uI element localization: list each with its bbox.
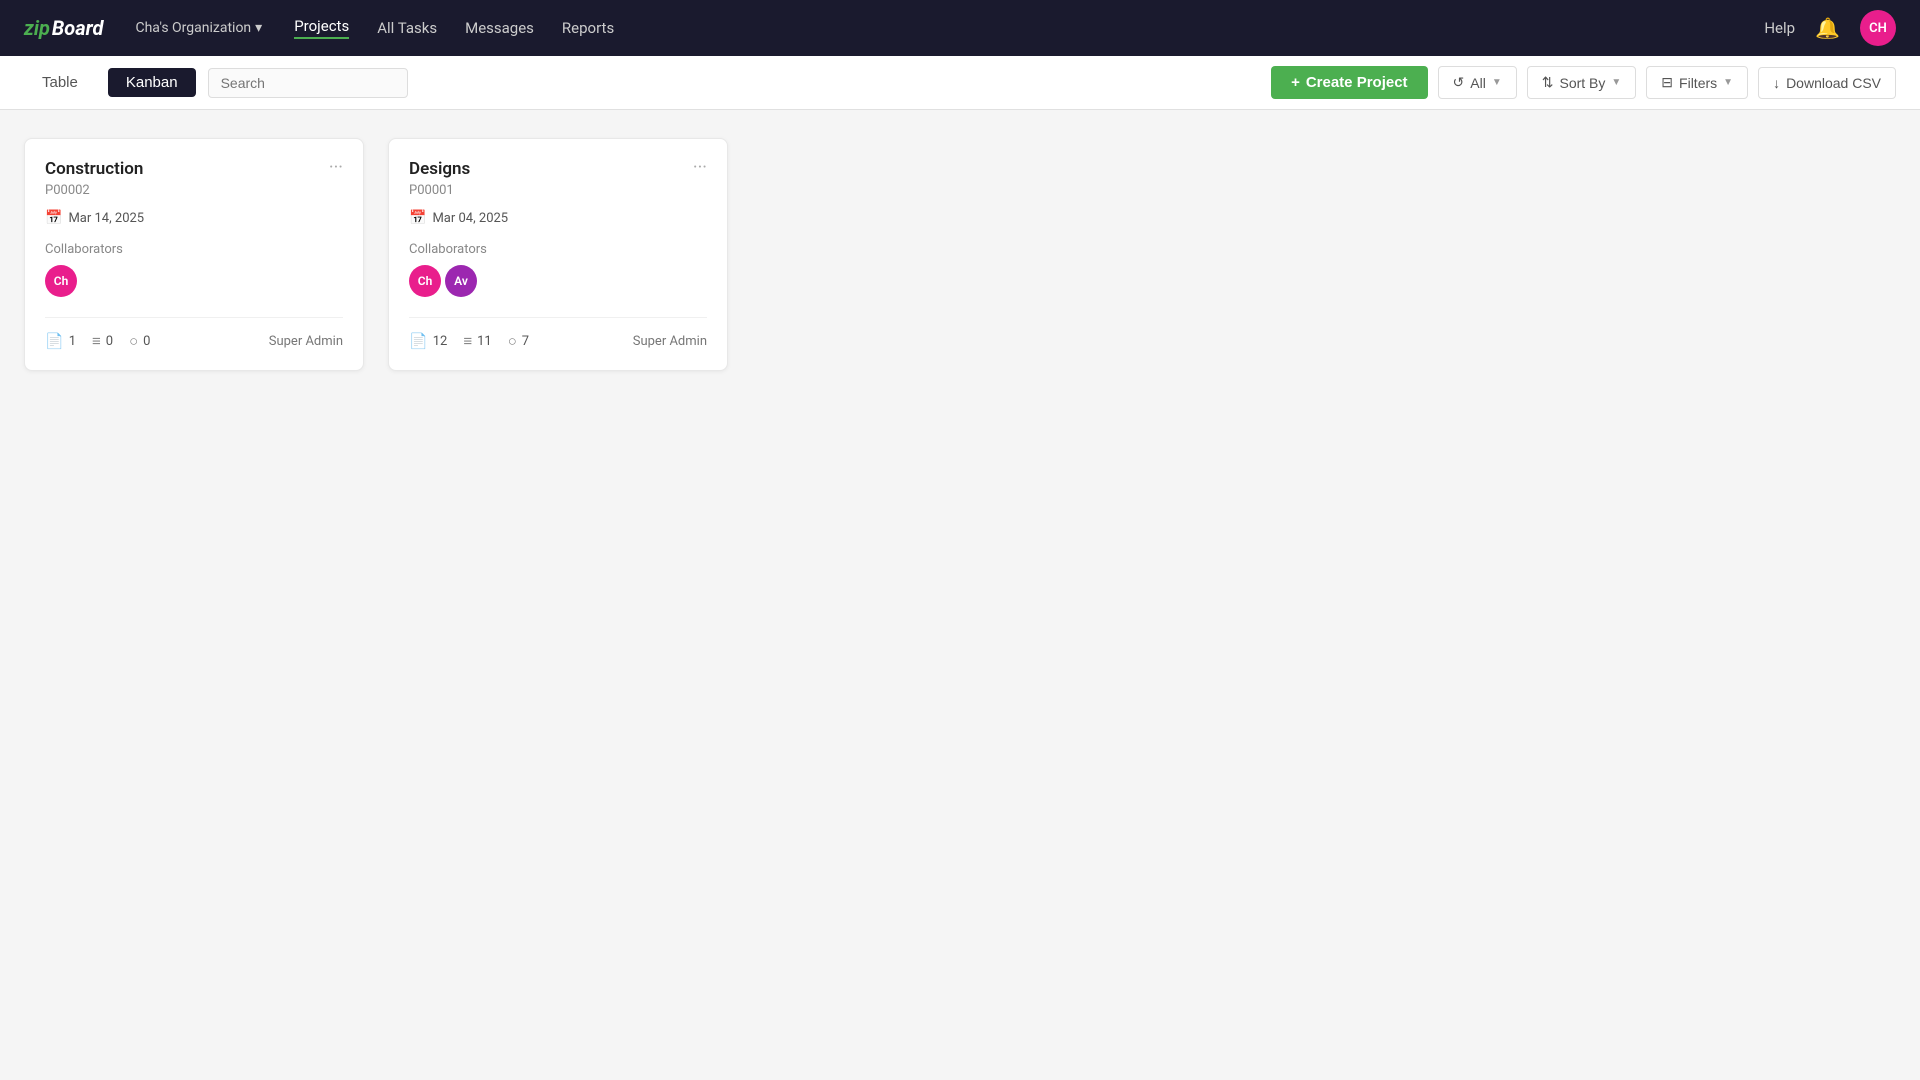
card-date-value: Mar 14, 2025 <box>68 211 144 226</box>
collaborator-avatar: Ch <box>45 265 77 297</box>
all-label: All <box>1470 75 1486 91</box>
calendar-icon: 📅 <box>45 210 62 226</box>
stat-value: 7 <box>522 334 529 349</box>
create-project-label: Create Project <box>1306 74 1408 91</box>
project-card: Designs ··· P00001 📅 Mar 04, 2025 Collab… <box>388 138 728 371</box>
nav-projects[interactable]: Projects <box>294 17 349 39</box>
collaborator-avatar: Ch <box>409 265 441 297</box>
stat-item: ○ 7 <box>508 332 529 350</box>
stat-item: ≡ 0 <box>92 332 113 350</box>
avatar-group: Ch <box>45 265 343 297</box>
avatar-group: ChAv <box>409 265 707 297</box>
stat-value: 11 <box>477 334 492 349</box>
card-date: 📅 Mar 04, 2025 <box>409 210 707 226</box>
plus-icon: + <box>1291 74 1300 91</box>
sort-icon: ⇅ <box>1542 74 1554 91</box>
help-link[interactable]: Help <box>1764 19 1795 37</box>
user-avatar[interactable]: CH <box>1860 10 1896 46</box>
logo-zip: zip <box>24 16 50 40</box>
card-more-button[interactable]: ··· <box>329 159 343 177</box>
download-icon: ↓ <box>1773 75 1780 91</box>
card-id: P00002 <box>45 183 343 198</box>
org-selector[interactable]: Cha's Organization ▾ <box>135 20 262 36</box>
stat-value: 1 <box>69 334 76 349</box>
all-filter-button[interactable]: ↺ All ▼ <box>1438 66 1517 99</box>
card-role: Super Admin <box>269 334 343 349</box>
main-content: Construction ··· P00002 📅 Mar 14, 2025 C… <box>0 110 1920 399</box>
collaborators-label: Collaborators <box>409 242 707 257</box>
collaborators-label: Collaborators <box>45 242 343 257</box>
filters-label: Filters <box>1679 75 1717 91</box>
card-id: P00001 <box>409 183 707 198</box>
search-input[interactable] <box>208 68 408 98</box>
sort-by-label: Sort By <box>1559 75 1605 91</box>
stat-item: 📄 12 <box>409 332 447 350</box>
stat-icon: ≡ <box>463 332 472 350</box>
nav-messages[interactable]: Messages <box>465 19 534 37</box>
sort-chevron-icon: ▼ <box>1611 77 1621 88</box>
card-header: Designs ··· <box>409 159 707 179</box>
stat-icon: 📄 <box>45 332 64 350</box>
project-card: Construction ··· P00002 📅 Mar 14, 2025 C… <box>24 138 364 371</box>
logo-board: Board <box>52 16 104 40</box>
stat-value: 12 <box>433 334 448 349</box>
stat-icon: ≡ <box>92 332 101 350</box>
all-chevron-icon: ▼ <box>1492 77 1502 88</box>
table-view-button[interactable]: Table <box>24 68 96 97</box>
stat-value: 0 <box>143 334 150 349</box>
card-date: 📅 Mar 14, 2025 <box>45 210 343 226</box>
download-csv-label: Download CSV <box>1786 75 1881 91</box>
stat-icon: 📄 <box>409 332 428 350</box>
toolbar-right-actions: + Create Project ↺ All ▼ ⇅ Sort By ▼ ⊟ F… <box>1271 66 1896 99</box>
card-date-value: Mar 04, 2025 <box>432 211 508 226</box>
stat-item: 📄 1 <box>45 332 76 350</box>
org-name: Cha's Organization <box>135 20 251 36</box>
card-role: Super Admin <box>633 334 707 349</box>
stat-icon: ○ <box>508 332 517 350</box>
calendar-icon: 📅 <box>409 210 426 226</box>
collaborator-avatar: Av <box>445 265 477 297</box>
nav-all-tasks[interactable]: All Tasks <box>377 19 437 37</box>
kanban-view-button[interactable]: Kanban <box>108 68 196 97</box>
stat-value: 0 <box>106 334 113 349</box>
card-footer: 📄 12 ≡ 11 ○ 7 Super Admin <box>409 317 707 350</box>
filters-chevron-icon: ▼ <box>1723 77 1733 88</box>
card-title: Construction <box>45 159 143 179</box>
filter-icon: ⊟ <box>1661 74 1673 91</box>
card-header: Construction ··· <box>45 159 343 179</box>
card-title: Designs <box>409 159 470 179</box>
card-more-button[interactable]: ··· <box>693 159 707 177</box>
org-chevron-icon: ▾ <box>255 20 262 36</box>
nav-links: Projects All Tasks Messages Reports <box>294 17 1732 39</box>
navbar: zipBoard Cha's Organization ▾ Projects A… <box>0 0 1920 56</box>
nav-reports[interactable]: Reports <box>562 19 614 37</box>
stat-icon: ○ <box>129 332 138 350</box>
refresh-icon: ↺ <box>1453 74 1465 91</box>
stat-item: ○ 0 <box>129 332 150 350</box>
navbar-right: Help 🔔 CH <box>1764 10 1896 46</box>
toolbar: Table Kanban + Create Project ↺ All ▼ ⇅ … <box>0 56 1920 110</box>
download-csv-button[interactable]: ↓ Download CSV <box>1758 67 1896 99</box>
card-footer: 📄 1 ≡ 0 ○ 0 Super Admin <box>45 317 343 350</box>
create-project-button[interactable]: + Create Project <box>1271 66 1427 99</box>
stat-item: ≡ 11 <box>463 332 491 350</box>
logo[interactable]: zipBoard <box>24 16 103 40</box>
bell-icon[interactable]: 🔔 <box>1815 16 1840 40</box>
sort-by-button[interactable]: ⇅ Sort By ▼ <box>1527 66 1637 99</box>
filters-button[interactable]: ⊟ Filters ▼ <box>1646 66 1748 99</box>
